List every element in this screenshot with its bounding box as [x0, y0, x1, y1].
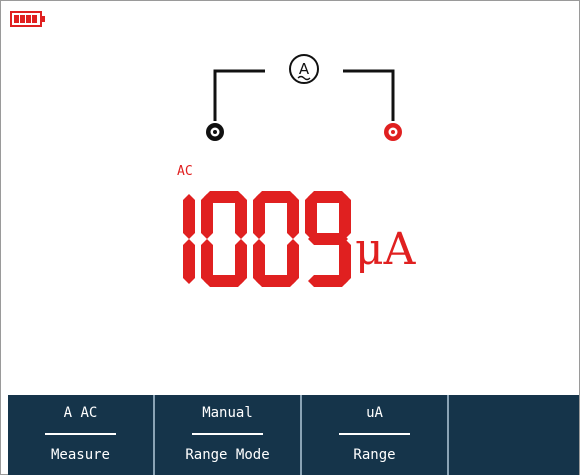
softkey-range-label: Range: [353, 447, 396, 463]
softkey-divider: [45, 433, 116, 435]
softkey-empty[interactable]: [449, 395, 579, 475]
softkey-measure[interactable]: A AC Measure: [8, 395, 155, 475]
digit-segment-g: [308, 233, 348, 245]
softkey-range-mode-label: Range Mode: [185, 447, 270, 463]
measurement-mode-label: AC: [177, 164, 193, 179]
softkey-range-value: uA: [366, 405, 383, 421]
softkey-range-mode-value: Manual: [202, 405, 253, 421]
digit-segment-b: [339, 194, 351, 239]
digit-segment-f: [253, 194, 265, 239]
com-terminal-icon: [206, 123, 224, 141]
wire-left: [213, 69, 265, 121]
ammeter-icon: A: [289, 54, 319, 84]
softkey-bar: A AC Measure Manual Range Mode uA Range: [8, 395, 579, 475]
svg-text:A: A: [299, 60, 310, 78]
reading-digit: [201, 191, 247, 287]
connection-diagram: A: [206, 54, 402, 141]
digit-segment-f: [201, 194, 213, 239]
digit-segment-d: [308, 275, 348, 287]
softkey-divider: [339, 433, 410, 435]
digit-segment-b: [235, 194, 247, 239]
digit-segment-c: [183, 239, 195, 284]
softkey-measure-value: A AC: [63, 405, 98, 421]
battery-icon: [10, 11, 45, 27]
reading-digit: [253, 191, 299, 287]
wire-right: [343, 69, 395, 121]
softkey-range[interactable]: uA Range: [302, 395, 449, 475]
digit-segment-f: [305, 194, 317, 239]
digit-segment-e: [253, 239, 265, 284]
reading-digit: [305, 191, 351, 287]
input-terminal-icon: [384, 123, 402, 141]
digit-segment-b: [183, 194, 195, 239]
softkey-range-mode[interactable]: Manual Range Mode: [155, 395, 302, 475]
reading-digit: [183, 194, 195, 284]
digit-segment-b: [287, 194, 299, 239]
softkey-measure-label: Measure: [50, 447, 110, 463]
softkey-divider: [192, 433, 263, 435]
unit-label: μA: [355, 224, 416, 275]
digit-segment-e: [201, 239, 213, 284]
